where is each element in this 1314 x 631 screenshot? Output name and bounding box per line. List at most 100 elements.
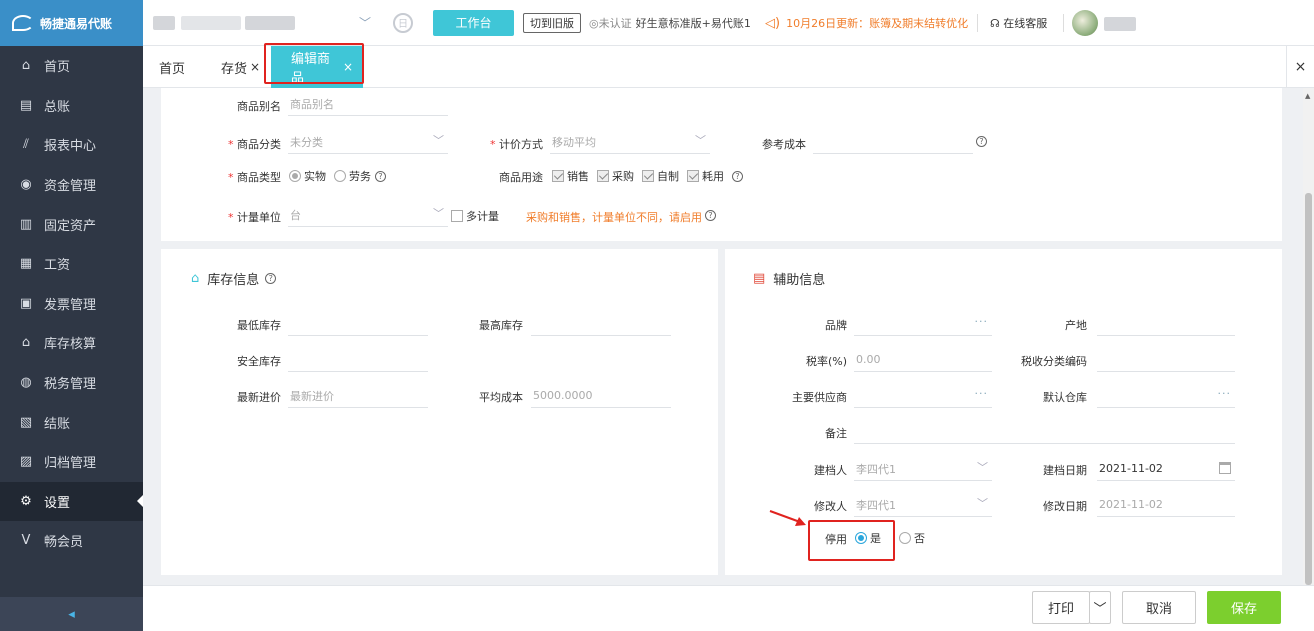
help-icon[interactable]: ? <box>732 170 743 182</box>
sidebar-item-6[interactable]: ▣ 发票管理 <box>0 284 143 324</box>
category-value: 未分类 <box>290 135 323 149</box>
sidebar-item-12[interactable]: V 畅会员 <box>0 521 143 561</box>
more-dots-icon[interactable]: ··· <box>975 315 989 328</box>
more-dots-icon[interactable]: ··· <box>1218 387 1232 400</box>
nav-icon: ◉ <box>20 177 32 193</box>
usage-options: 销售 采购 自制 耗用 ? <box>552 168 743 184</box>
save-button[interactable]: 保存 <box>1207 591 1281 624</box>
unit-value: 台 <box>290 208 301 222</box>
sidebar-item-2[interactable]: ⫽ 报表中心 <box>0 125 143 165</box>
max-stock-input[interactable] <box>531 312 671 336</box>
sidebar-item-label: 首页 <box>44 60 71 76</box>
account-selector[interactable]: ﹀ <box>153 10 371 36</box>
sidebar-item-0[interactable]: ⌂ 首页 <box>0 46 143 86</box>
print-dropdown-button[interactable]: ﹀ <box>1089 591 1111 624</box>
tax-code-input[interactable] <box>1097 348 1235 372</box>
tab-home[interactable]: 首页 <box>159 46 185 88</box>
scrollbar-thumb[interactable] <box>1305 193 1312 585</box>
sidebar-item-label: 结账 <box>44 416 71 432</box>
online-service-link[interactable]: ☊ 在线客服 <box>990 15 1047 31</box>
ref-cost-input[interactable] <box>813 130 973 154</box>
sidebar-item-label: 总账 <box>44 99 71 115</box>
origin-input[interactable] <box>1097 312 1235 336</box>
alias-label: 商品别名 <box>237 100 281 113</box>
cancel-button[interactable]: 取消 <box>1122 591 1196 624</box>
unit-select[interactable]: 台 ﹀ <box>288 203 448 227</box>
section-title-text: 辅助信息 <box>773 273 826 288</box>
modify-date-value: 2021-11-02 <box>1099 498 1163 511</box>
sidebar-collapse-button[interactable]: ◂ <box>0 597 143 631</box>
switch-old-version-button[interactable]: 切到旧版 <box>523 12 581 33</box>
sidebar-item-10[interactable]: ▨ 归档管理 <box>0 442 143 482</box>
section-title-text: 库存信息 <box>207 273 260 288</box>
user-name-blur[interactable] <box>1104 17 1136 34</box>
alias-input[interactable]: 商品别名 <box>288 92 448 116</box>
sidebar-item-4[interactable]: ▥ 固定资产 <box>0 204 143 244</box>
option-label: 否 <box>914 532 925 545</box>
sidebar-item-11[interactable]: ⚙ 设置 <box>0 481 143 522</box>
content-scrollbar[interactable]: ▲ <box>1303 88 1314 585</box>
house-icon: ⌂ <box>191 271 200 286</box>
min-stock-input[interactable] <box>288 312 428 336</box>
category-select[interactable]: 未分类 ﹀ <box>288 130 448 154</box>
chevron-down-icon: ﹀ <box>433 207 444 220</box>
help-icon[interactable]: ? <box>705 210 716 221</box>
print-button[interactable]: 打印 <box>1032 591 1090 624</box>
brand-select[interactable]: ··· <box>854 312 992 336</box>
usage-checkbox-selfmade[interactable] <box>642 170 654 182</box>
create-date-input[interactable]: 2021-11-02 <box>1097 457 1235 481</box>
type-radio-service[interactable] <box>334 170 346 182</box>
usage-checkbox-sale[interactable] <box>552 170 564 182</box>
divider <box>1063 14 1064 32</box>
highlight-box <box>264 43 364 84</box>
sidebar-item-3[interactable]: ◉ 资金管理 <box>0 165 143 205</box>
remark-input[interactable] <box>854 420 1235 444</box>
type-radio-goods[interactable] <box>289 170 301 182</box>
workbench-button[interactable]: 工作台 <box>433 9 514 36</box>
highlight-box <box>808 520 895 561</box>
calendar-icon[interactable] <box>1219 462 1231 474</box>
warehouse-select[interactable]: ··· <box>1097 384 1235 408</box>
main-content: 商品别名 商品别名 商品分类 未分类 ﹀ 计价方式 移动平均 ﹀ 参考成本 ? … <box>143 88 1303 585</box>
certification-status[interactable]: ◎未认证 <box>589 15 632 31</box>
nav-icon: ⌂ <box>21 335 31 351</box>
help-icon[interactable]: ? <box>375 170 386 182</box>
sidebar-item-7[interactable]: ⌂ 库存核算 <box>0 323 143 363</box>
help-icon[interactable]: ? <box>265 273 277 284</box>
app-logo[interactable]: 畅捷通易代账 <box>0 0 143 46</box>
safe-stock-input[interactable] <box>288 348 428 372</box>
disable-radio-no[interactable] <box>899 532 911 544</box>
creator-value: 李四代1 <box>856 462 896 476</box>
unit-label: 计量单位 <box>211 209 281 225</box>
help-icon[interactable]: ? <box>976 136 987 147</box>
calendar-circle-icon[interactable]: 日 <box>393 12 413 33</box>
tax-rate-input[interactable]: 0.00 <box>854 348 992 372</box>
multi-unit-checkbox[interactable] <box>451 210 463 222</box>
tab-inventory[interactable]: 存货 × <box>221 46 260 88</box>
sidebar-item-8[interactable]: ◍ 税务管理 <box>0 363 143 403</box>
chevron-down-icon: ﹀ <box>433 134 444 147</box>
update-notice[interactable]: ◁) 10月26日更新：账簿及期末结转优化 <box>765 15 968 31</box>
sidebar-item-1[interactable]: ▤ 总账 <box>0 86 143 126</box>
account-name-blur <box>245 15 295 30</box>
category-label: 商品分类 <box>211 136 281 152</box>
last-price-placeholder: 最新进价 <box>290 389 334 403</box>
tab-label: 存货 <box>221 61 248 77</box>
min-stock-label: 最低库存 <box>237 319 281 332</box>
last-price-input[interactable]: 最新进价 <box>288 384 428 408</box>
supplier-select[interactable]: ··· <box>854 384 992 408</box>
service-text: 在线客服 <box>1003 17 1048 30</box>
usage-checkbox-purchase[interactable] <box>597 170 609 182</box>
modify-date-label: 修改日期 <box>1043 500 1087 513</box>
scroll-up-icon[interactable]: ▲ <box>1305 92 1310 100</box>
option-label: 采购 <box>612 170 634 183</box>
close-icon[interactable]: × <box>250 60 260 74</box>
pricing-select[interactable]: 移动平均 ﹀ <box>550 130 710 154</box>
avatar[interactable] <box>1072 10 1098 36</box>
nav-icon: ▧ <box>19 414 33 430</box>
sidebar-item-5[interactable]: ▦ 工资 <box>0 244 143 284</box>
sidebar-item-9[interactable]: ▧ 结账 <box>0 402 143 442</box>
usage-checkbox-consume[interactable] <box>687 170 699 182</box>
close-all-tabs-button[interactable]: × <box>1286 46 1314 88</box>
more-dots-icon[interactable]: ··· <box>975 387 989 400</box>
